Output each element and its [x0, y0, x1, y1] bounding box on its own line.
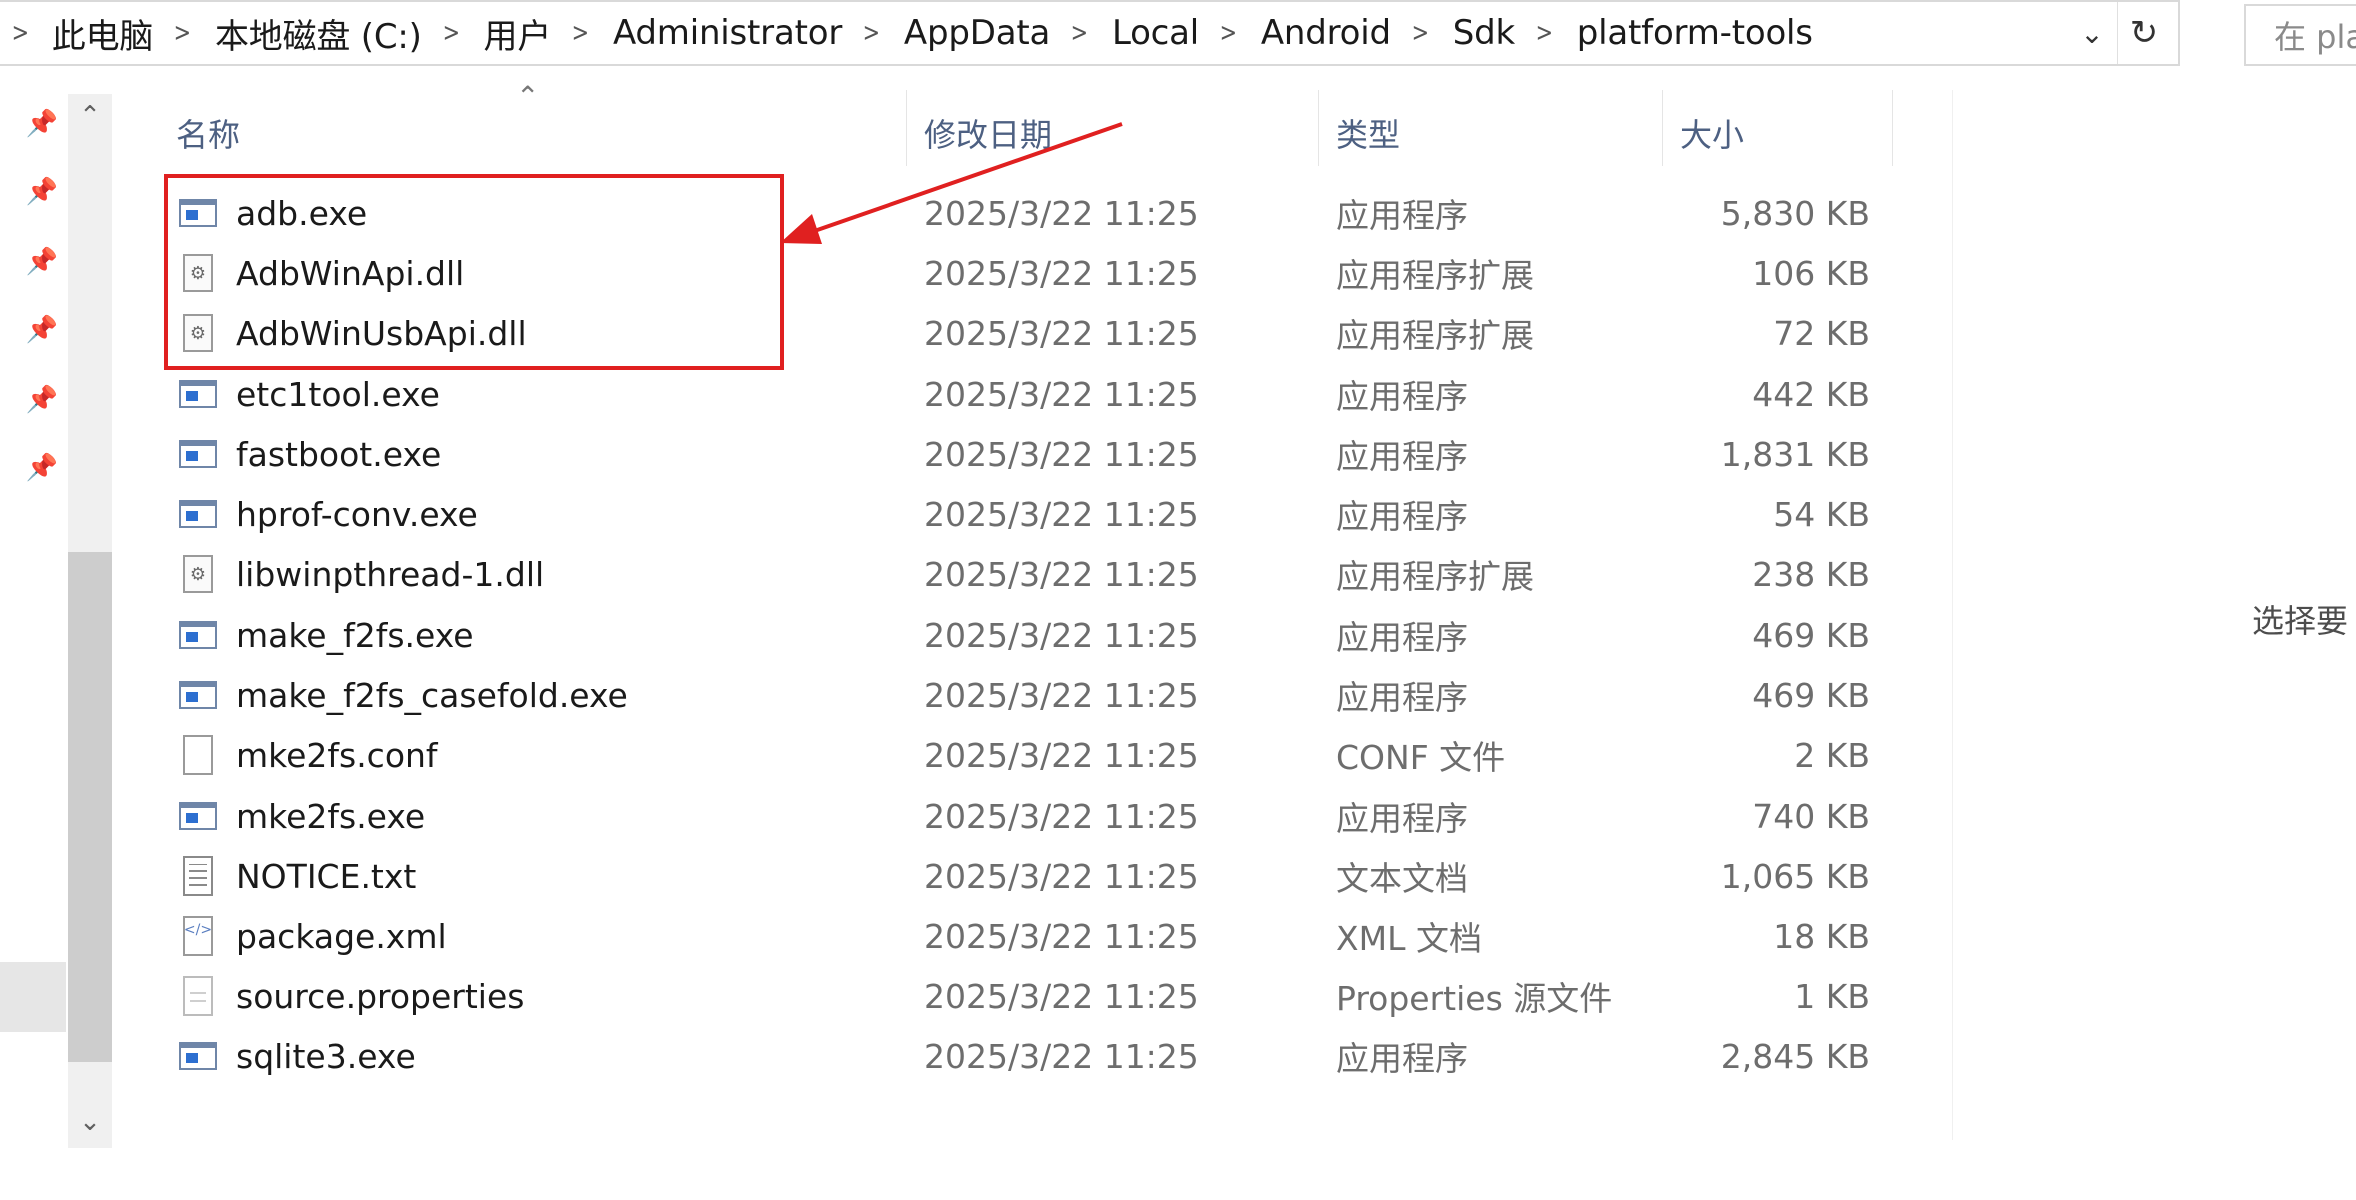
annotation-arrow: [780, 122, 1123, 244]
details-pane-hint: 选择要: [2252, 602, 2349, 640]
